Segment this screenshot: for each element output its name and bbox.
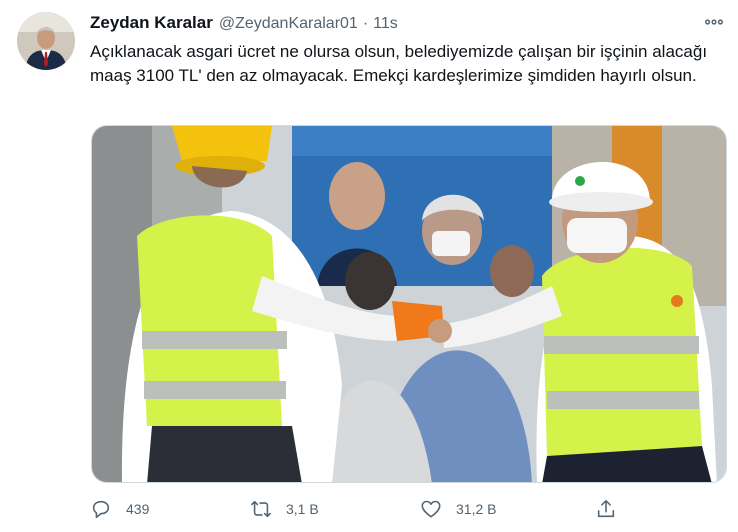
reply-count: 439 (126, 501, 150, 517)
like-count: 31,2 B (456, 501, 497, 517)
heart-icon (420, 498, 442, 520)
more-options-button[interactable] (700, 12, 728, 36)
share-icon (595, 498, 617, 520)
like-button[interactable]: 31,2 B (420, 498, 496, 520)
retweet-button[interactable]: 3,1 B (250, 498, 319, 520)
separator-dot: · (362, 15, 369, 32)
author-name[interactable]: Zeydan Karalar (90, 13, 213, 33)
more-horizontal-icon (703, 11, 725, 38)
timestamp[interactable]: 11s (373, 15, 398, 33)
tweet-photo[interactable] (91, 125, 727, 483)
retweet-count: 3,1 B (286, 501, 319, 517)
tweet-card[interactable]: Zeydan Karalar @ZeydanKaralar01 · 11s Aç… (0, 0, 738, 532)
reply-icon (90, 498, 112, 520)
action-bar: 439 3,1 B 31,2 B (90, 494, 730, 524)
author-handle[interactable]: @ZeydanKaralar01 (219, 15, 358, 33)
tweet-text: Açıklanacak asgari ücret ne olursa olsun… (90, 42, 708, 85)
retweet-icon (250, 498, 272, 520)
share-button[interactable] (595, 498, 617, 520)
reply-button[interactable]: 439 (90, 498, 149, 520)
avatar[interactable] (17, 12, 75, 70)
